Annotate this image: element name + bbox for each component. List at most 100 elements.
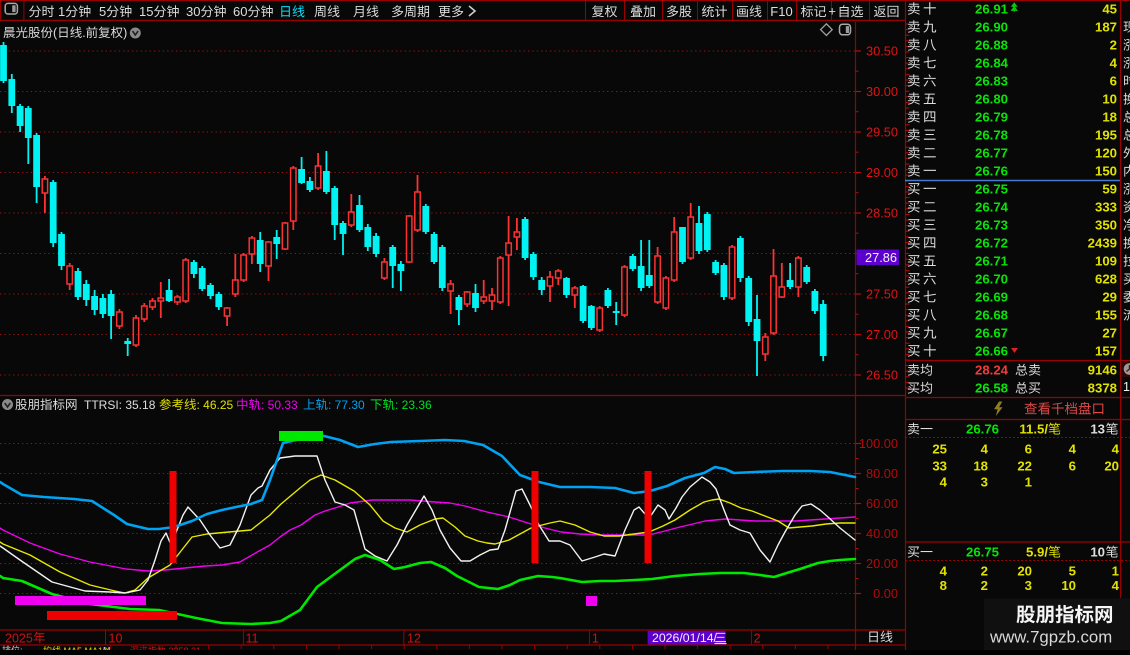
svg-text:27.86: 27.86: [865, 250, 897, 265]
svg-text:2: 2: [1110, 38, 1117, 53]
svg-text:26.73: 26.73: [975, 218, 1008, 233]
svg-text:26.75: 26.75: [975, 182, 1008, 197]
svg-text:27.50: 27.50: [866, 286, 898, 301]
svg-text:6: 6: [1025, 442, 1032, 457]
svg-text:12: 12: [407, 631, 421, 645]
svg-text:2026/01/14/: 2026/01/14/: [652, 631, 718, 645]
svg-text:25: 25: [932, 442, 947, 457]
svg-text:26.90: 26.90: [975, 20, 1008, 35]
svg-text:10: 10: [109, 631, 123, 645]
svg-text:8378: 8378: [1088, 381, 1117, 396]
svg-text:2: 2: [981, 578, 988, 593]
svg-text:5.9/: 5.9/: [1026, 545, 1048, 560]
svg-text:109: 109: [1095, 254, 1117, 269]
svg-text:26.50: 26.50: [866, 367, 898, 382]
svg-text:30.00: 30.00: [866, 84, 898, 99]
svg-text:26.67: 26.67: [975, 326, 1008, 341]
svg-text:1: 1: [58, 4, 65, 19]
svg-text:28.50: 28.50: [866, 205, 898, 220]
svg-text:26.70: 26.70: [975, 272, 1008, 287]
svg-text:4: 4: [940, 475, 948, 490]
svg-text:26.72: 26.72: [975, 236, 1008, 251]
svg-text:深证指数 3358.21: 深证指数 3358.21: [130, 645, 201, 650]
svg-text:1: 1: [592, 631, 599, 645]
svg-text:11: 11: [246, 631, 259, 645]
svg-text:: 77.30: : 77.30: [328, 398, 365, 412]
svg-text:: 46.25: : 46.25: [197, 398, 234, 412]
svg-text:26.58: 26.58: [975, 381, 1008, 396]
svg-text:6: 6: [1069, 459, 1076, 474]
svg-text:10: 10: [1061, 578, 1076, 593]
svg-text:20: 20: [1104, 459, 1119, 474]
svg-text:27: 27: [1102, 326, 1117, 341]
svg-text:5: 5: [1069, 564, 1076, 579]
svg-text:45: 45: [1102, 2, 1117, 17]
svg-text:333: 333: [1095, 200, 1117, 215]
svg-text:TTRSI: 35.18: TTRSI: 35.18: [84, 398, 156, 412]
svg-text:28.24: 28.24: [975, 363, 1009, 378]
svg-text:13: 13: [1090, 422, 1105, 437]
svg-text:26.71: 26.71: [975, 254, 1008, 269]
svg-text:27.00: 27.00: [866, 327, 898, 342]
svg-text:26.77: 26.77: [975, 146, 1008, 161]
svg-text:150: 150: [1095, 164, 1117, 179]
svg-text:4: 4: [981, 442, 989, 457]
svg-text:29.00: 29.00: [866, 165, 898, 180]
svg-text:26.91: 26.91: [975, 2, 1008, 17]
svg-text:20.00: 20.00: [866, 556, 898, 571]
svg-text:: 23.36: : 23.36: [395, 398, 432, 412]
svg-text:1: 1: [1025, 475, 1032, 490]
svg-text:18: 18: [973, 459, 988, 474]
svg-text:2025: 2025: [5, 631, 33, 645]
svg-text:120: 120: [1095, 146, 1117, 161]
svg-text:F10: F10: [770, 4, 792, 19]
svg-text:30: 30: [186, 4, 200, 19]
svg-text:3: 3: [981, 475, 988, 490]
svg-text:6: 6: [1110, 74, 1117, 89]
svg-text:2: 2: [981, 564, 988, 579]
svg-text:29.50: 29.50: [866, 124, 898, 139]
svg-text:26.78: 26.78: [975, 128, 1008, 143]
svg-text:5: 5: [99, 4, 106, 19]
svg-text:59: 59: [1102, 182, 1117, 197]
svg-text:+: +: [828, 4, 836, 19]
svg-text:M: M: [103, 646, 111, 651]
svg-text:60: 60: [233, 4, 247, 19]
svg-text:628: 628: [1095, 272, 1117, 287]
svg-text:350: 350: [1095, 218, 1117, 233]
svg-text:www.7gpzb.com: www.7gpzb.com: [989, 628, 1112, 647]
svg-text:26.79: 26.79: [975, 110, 1008, 125]
svg-text:187: 187: [1095, 20, 1117, 35]
svg-text:10: 10: [1102, 92, 1117, 107]
svg-text:9146: 9146: [1088, 363, 1117, 378]
svg-text:20: 20: [1017, 564, 1032, 579]
svg-text:26.80: 26.80: [975, 92, 1008, 107]
svg-text:26.66: 26.66: [975, 344, 1008, 359]
svg-text:26.83: 26.83: [975, 74, 1008, 89]
svg-text:.: .: [82, 26, 85, 40]
svg-text:29: 29: [1102, 290, 1117, 305]
svg-text:4: 4: [940, 564, 948, 579]
svg-text:排位:: 排位:: [2, 645, 23, 651]
svg-text:40.00: 40.00: [866, 526, 898, 541]
svg-text:33: 33: [932, 459, 947, 474]
svg-text:18: 18: [1102, 110, 1117, 125]
svg-text:26.88: 26.88: [975, 38, 1008, 53]
svg-text:3: 3: [1025, 578, 1032, 593]
svg-text:4: 4: [1112, 442, 1120, 457]
svg-text:11.5/: 11.5/: [1019, 422, 1048, 437]
svg-text:: 50.33: : 50.33: [261, 398, 298, 412]
svg-text:均线 MA5 MA10: 均线 MA5 MA10: [43, 645, 108, 650]
svg-text:2: 2: [754, 631, 761, 645]
svg-text:26.84: 26.84: [975, 56, 1009, 71]
svg-text:195: 195: [1095, 128, 1117, 143]
svg-text:26.68: 26.68: [975, 308, 1008, 323]
svg-text:157: 157: [1095, 344, 1117, 359]
svg-text:4: 4: [1112, 578, 1120, 593]
svg-text:155: 155: [1095, 308, 1117, 323]
svg-text:100.00: 100.00: [859, 436, 898, 451]
svg-text:26.74: 26.74: [975, 200, 1009, 215]
svg-text:2439: 2439: [1088, 236, 1117, 251]
svg-text:30.50: 30.50: [866, 43, 898, 58]
svg-text:15: 15: [139, 4, 153, 19]
